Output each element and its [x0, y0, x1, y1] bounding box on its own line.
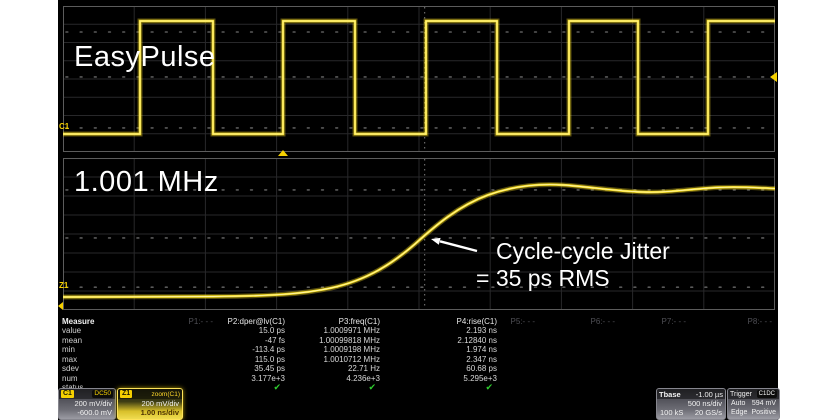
measure-col-header-p1[interactable]: P1:- - -	[189, 317, 213, 326]
z1-descriptor-box[interactable]: Z1 zoom(C1) 200 mV/div 1.00 ns/div	[117, 388, 183, 420]
measure-col-header-p5[interactable]: P5:- - -	[511, 317, 535, 326]
screenshot-canvas: EasyPulse C1 1.001 MHz Cycle-cycle Jitte…	[0, 0, 840, 420]
measure-row-label-value: value	[62, 326, 81, 335]
measure-status-check: ✔	[273, 383, 281, 392]
c1-offset: -600.0 mV	[62, 408, 112, 417]
measure-value: 1.0010712 MHz	[324, 355, 380, 364]
c1-vertical-scale: 200 mV/div	[62, 399, 112, 408]
measure-status-check: ✔	[368, 383, 376, 392]
measure-row-label-max: max	[62, 355, 77, 364]
c1-descriptor-box[interactable]: C1 DC50 200 mV/div -600.0 mV	[58, 388, 116, 420]
measure-value: -47 fs	[265, 336, 285, 345]
measure-value: 35.45 ps	[254, 364, 285, 373]
timebase-samples: 100 kS	[660, 408, 683, 417]
measure-value: 115.0 ps	[255, 355, 285, 364]
trigger-source-badge: C1DC	[757, 390, 777, 398]
z1-vertical-scale: 200 mV/div	[121, 399, 179, 408]
z1-source: zoom(C1)	[151, 390, 180, 399]
c1-coupling-badge: DC50	[92, 390, 113, 398]
measure-row-label-mean: mean	[62, 336, 82, 345]
z1-horizontal-scale: 1.00 ns/div	[121, 408, 179, 417]
measure-col-header-p8[interactable]: P8:- - -	[748, 317, 772, 326]
trigger-type: Edge	[731, 408, 747, 417]
measure-row-label-num: num	[62, 374, 78, 383]
z1-channel-badge: Z1	[120, 390, 132, 398]
measure-value: 1.974 ns	[466, 345, 497, 354]
measure-row-label-measure: Measure	[62, 317, 94, 326]
measure-col-header-p6[interactable]: P6:- - -	[591, 317, 615, 326]
measure-value: 2.12840 ns	[457, 336, 497, 345]
measure-value: 2.193 ns	[466, 326, 497, 335]
measure-value: 1.0009198 MHz	[324, 345, 380, 354]
measure-value: 15.0 ps	[259, 326, 285, 335]
measure-col-header-p2[interactable]: P2:dper@lv(C1)	[228, 317, 285, 326]
trigger-level: 594 mV	[752, 399, 776, 408]
timebase-scale: 500 ns/div	[660, 399, 722, 408]
measure-value: 22.71 Hz	[348, 364, 380, 373]
measure-value: 2.347 ns	[466, 355, 497, 364]
measure-value: 60.68 ps	[466, 364, 497, 373]
timebase-label: Tbase	[659, 390, 681, 399]
measure-value: 1.00099818 MHz	[319, 336, 380, 345]
measure-table: MeasurevaluemeanminmaxsdevnumstatusP1:- …	[0, 0, 840, 420]
measure-status-check: ✔	[485, 383, 493, 392]
measure-row-label-sdev: sdev	[62, 364, 79, 373]
measure-value: 1.0009971 MHz	[324, 326, 380, 335]
trigger-box[interactable]: Trigger C1DC Auto 594 mV Edge Positive	[727, 388, 780, 420]
measure-value: -113.4 ps	[252, 345, 285, 354]
measure-col-header-p3[interactable]: P3:freq(C1)	[339, 317, 380, 326]
measure-col-header-p4[interactable]: P4:rise(C1)	[457, 317, 497, 326]
timebase-delay: -1.00 µs	[696, 390, 723, 399]
measure-row-label-min: min	[62, 345, 75, 354]
trigger-mode: Auto	[731, 399, 745, 408]
trigger-slope: Positive	[751, 408, 776, 417]
measure-col-header-p7[interactable]: P7:- - -	[662, 317, 686, 326]
timebase-sample-rate: 20 GS/s	[695, 408, 722, 417]
trigger-label: Trigger	[730, 390, 752, 399]
timebase-box[interactable]: Tbase -1.00 µs 500 ns/div 100 kS 20 GS/s	[656, 388, 726, 420]
c1-channel-badge: C1	[61, 390, 74, 398]
